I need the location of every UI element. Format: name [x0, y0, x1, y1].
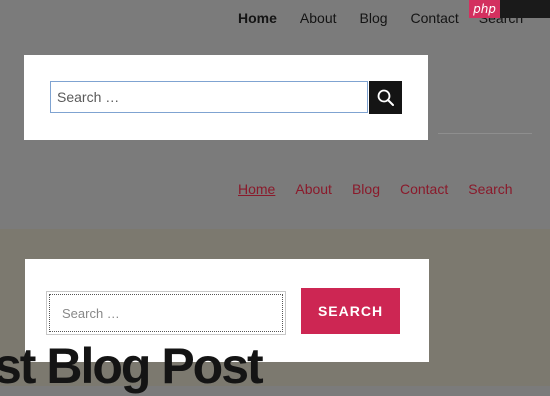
- mid-nav: Home About Blog Contact Search: [238, 180, 513, 198]
- top-nav-home-link[interactable]: Home: [238, 10, 277, 26]
- search-card-1: [24, 55, 428, 140]
- top-nav-contact-link[interactable]: Contact: [411, 10, 459, 26]
- top-nav-blog-link[interactable]: Blog: [360, 10, 388, 26]
- php-badge: php: [469, 0, 550, 18]
- mid-nav-blog-link[interactable]: Blog: [352, 181, 380, 197]
- search-submit-button-2[interactable]: SEARCH: [301, 288, 400, 334]
- php-logo: php: [469, 0, 500, 18]
- mid-nav-contact-link[interactable]: Contact: [400, 181, 448, 197]
- top-nav-about-link[interactable]: About: [300, 10, 337, 26]
- search-input-1[interactable]: [50, 81, 368, 113]
- mid-nav-search-link[interactable]: Search: [468, 181, 512, 197]
- post-title: st Blog Post: [0, 338, 264, 394]
- search-icon: [377, 89, 394, 106]
- divider: [438, 133, 532, 134]
- mid-nav-about-link[interactable]: About: [295, 181, 332, 197]
- mid-nav-home-link[interactable]: Home: [238, 181, 275, 197]
- search-input-2[interactable]: [46, 291, 286, 335]
- search-submit-button-1[interactable]: [369, 81, 402, 114]
